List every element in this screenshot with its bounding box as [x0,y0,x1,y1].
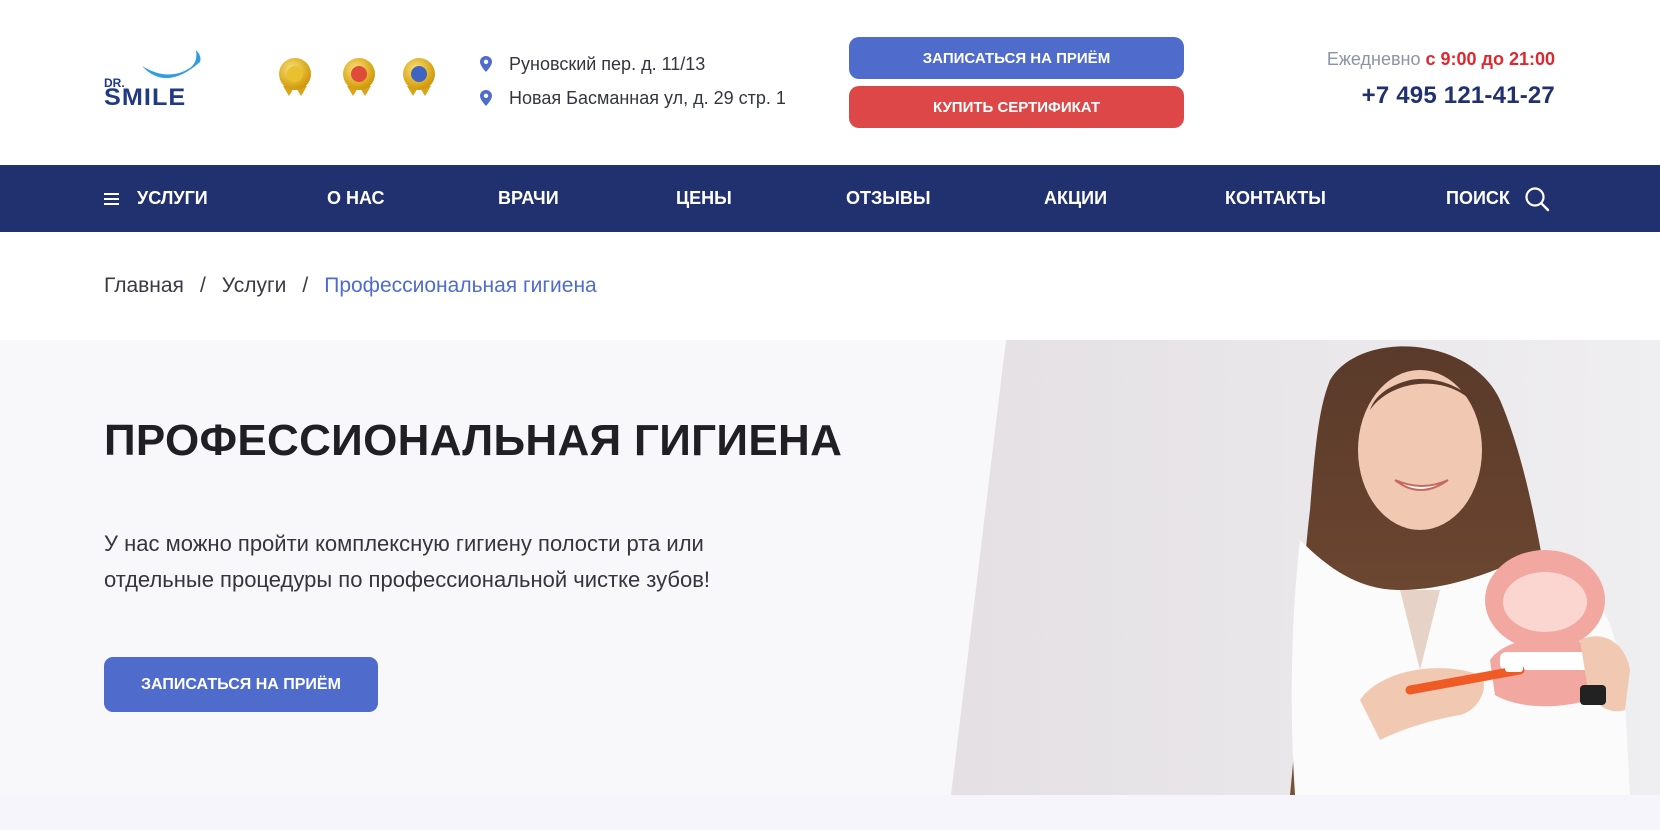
nav-item-promotions[interactable]: АКЦИИ [1044,165,1107,232]
nav-item-label: О НАС [327,188,385,208]
address-item[interactable]: Новая Басманная ул, д. 29 стр. 1 [480,86,786,120]
smile-logo-icon [142,50,201,79]
hero-description-line: У нас можно пройти комплексную гигиену п… [104,531,704,556]
menu-icon [104,192,119,205]
buy-certificate-button[interactable]: КУПИТЬ СЕРТИФИКАТ [849,86,1184,128]
book-appointment-button[interactable]: ЗАПИСАТЬСЯ НА ПРИЁМ [849,37,1184,79]
site-header: DR. SMILE Руновский пер. д. 11/13 Новая … [0,0,1660,165]
nav-item-label: АКЦИИ [1044,188,1108,208]
next-section-edge [0,795,1660,830]
breadcrumb-services[interactable]: Услуги [222,274,287,298]
location-pin-icon [480,56,492,72]
working-hours: Ежедневно с 9:00 до 21:00 [1327,49,1555,70]
hero-title: ПРОФЕССИОНАЛЬНАЯ ГИГИЕНА [104,416,843,465]
address-text: Новая Басманная ул, д. 29 стр. 1 [509,88,786,108]
breadcrumb: Главная / Услуги / Профессиональная гигиена [104,274,597,298]
main-nav: УСЛУГИ О НАС ВРАЧИ ЦЕНЫ ОТЗЫВЫ АКЦИИ КОН… [0,165,1660,232]
nav-item-search[interactable]: ПОИСК [1446,165,1550,232]
phone-number[interactable]: +7 495 121-41-27 [1362,82,1555,110]
location-pin-icon [480,90,492,106]
nav-item-services[interactable]: УСЛУГИ [104,165,208,232]
nav-item-contacts[interactable]: КОНТАКТЫ [1225,165,1326,232]
site-logo[interactable]: DR. SMILE [104,48,228,111]
nav-item-label: ЦЕНЫ [676,188,732,208]
award-medal-icon [340,56,378,98]
nav-item-label: УСЛУГИ [137,188,208,208]
hours-label: Ежедневно [1326,49,1421,69]
nav-item-label: ВРАЧИ [498,188,559,208]
award-medal-icon [276,56,314,98]
nav-item-label: ПОИСК [1446,188,1510,208]
hero-section: ПРОФЕССИОНАЛЬНАЯ ГИГИЕНА У нас можно про… [0,340,1660,795]
breadcrumb-separator: / [302,274,309,297]
award-medal-icon [400,56,438,98]
nav-item-label: ОТЗЫВЫ [846,188,931,208]
nav-item-reviews[interactable]: ОТЗЫВЫ [846,165,931,232]
nav-item-label: КОНТАКТЫ [1225,188,1326,208]
hero-description-line: отдельные процедуры по профессиональной … [104,567,711,592]
breadcrumb-home[interactable]: Главная [104,274,184,298]
breadcrumb-current: Профессиональная гигиена [324,274,597,297]
nav-item-doctors[interactable]: ВРАЧИ [498,165,559,232]
logo-text-smile: SMILE [104,84,187,111]
hero-description: У нас можно пройти комплексную гигиену п… [104,526,784,598]
breadcrumb-separator: / [199,274,206,297]
nav-item-prices[interactable]: ЦЕНЫ [676,165,732,232]
address-text: Руновский пер. д. 11/13 [509,54,706,74]
hero-book-appointment-button[interactable]: ЗАПИСАТЬСЯ НА ПРИЁМ [104,657,378,712]
nav-item-about[interactable]: О НАС [327,165,385,232]
address-item[interactable]: Руновский пер. д. 11/13 [480,52,786,86]
hours-time: с 9:00 до 21:00 [1425,49,1556,69]
search-icon [1525,186,1550,211]
clinic-addresses: Руновский пер. д. 11/13 Новая Басманная … [480,52,786,120]
